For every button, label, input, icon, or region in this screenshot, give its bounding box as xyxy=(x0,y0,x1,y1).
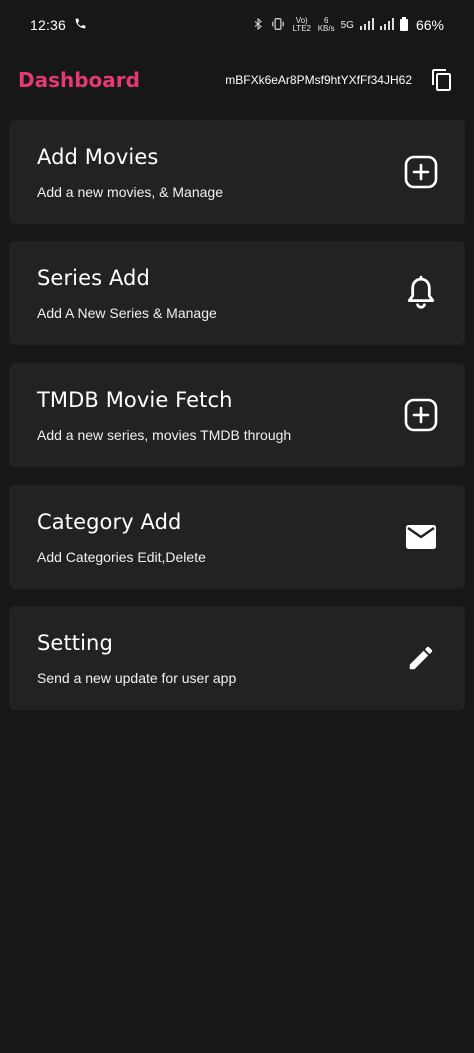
card-title: TMDB Movie Fetch xyxy=(37,387,233,412)
mail-icon xyxy=(401,517,441,557)
app-bar-right: mBFXk6eAr8PMsf9htYXfFf34JH62 xyxy=(225,66,456,94)
card-text: Add Movies Add a new movies, & Manage xyxy=(37,145,223,200)
card-text: Category Add Add Categories Edit,Delete xyxy=(37,510,206,565)
card-series-add[interactable]: Series Add Add A New Series & Manage xyxy=(9,241,465,345)
card-text: TMDB Movie Fetch Add a new series, movie… xyxy=(37,388,291,443)
add-box-icon xyxy=(401,152,441,192)
status-bar: 12:36 Vo) LTE2 6 KB/s 5G 66% xyxy=(0,0,474,50)
battery-percent: 66% xyxy=(415,17,444,33)
card-subtitle: Add a new movies, & Manage xyxy=(37,183,223,200)
card-category-add[interactable]: Category Add Add Categories Edit,Delete xyxy=(9,485,465,589)
card-subtitle: Add a new series, movies TMDB through xyxy=(37,426,292,443)
status-time: 12:36 xyxy=(30,17,67,33)
bell-icon xyxy=(401,273,441,313)
vibrate-icon xyxy=(270,17,286,34)
signal-icon-2 xyxy=(379,17,394,33)
card-title: Category Add xyxy=(37,509,182,534)
card-title: Series Add xyxy=(37,265,150,290)
card-title: Setting xyxy=(37,630,113,655)
speed-indicator: 6 KB/s xyxy=(318,17,335,33)
phone-icon xyxy=(74,17,87,33)
card-tmdb-movie-fetch[interactable]: TMDB Movie Fetch Add a new series, movie… xyxy=(9,363,465,467)
card-text: Series Add Add A New Series & Manage xyxy=(37,266,217,321)
add-box-icon xyxy=(401,395,441,435)
status-left: 12:36 xyxy=(30,17,87,33)
bluetooth-icon xyxy=(252,17,264,34)
card-add-movies[interactable]: Add Movies Add a new movies, & Manage xyxy=(9,120,465,224)
card-title: Add Movies xyxy=(37,144,159,169)
copy-button[interactable] xyxy=(428,66,456,94)
card-subtitle: Send a new update for user app xyxy=(37,669,237,686)
signal-icon-1 xyxy=(359,17,374,33)
page-title: Dashboard xyxy=(18,68,140,92)
card-subtitle: Add A New Series & Manage xyxy=(37,304,217,321)
card-subtitle: Add Categories Edit,Delete xyxy=(37,548,206,565)
pencil-icon xyxy=(401,638,441,678)
network-top-label: Vo) LTE2 xyxy=(292,16,311,33)
network-type: 5G xyxy=(340,19,354,31)
user-id: mBFXk6eAr8PMsf9htYXfFf34JH62 xyxy=(225,73,412,87)
card-setting[interactable]: Setting Send a new update for user app xyxy=(9,606,465,710)
app-bar: Dashboard mBFXk6eAr8PMsf9htYXfFf34JH62 xyxy=(0,52,474,108)
battery-icon xyxy=(399,16,408,34)
status-right: Vo) LTE2 6 KB/s 5G 66% xyxy=(252,16,444,34)
copy-icon xyxy=(432,69,451,91)
speed-unit: KB/s xyxy=(317,24,335,33)
card-text: Setting Send a new update for user app xyxy=(37,631,236,686)
